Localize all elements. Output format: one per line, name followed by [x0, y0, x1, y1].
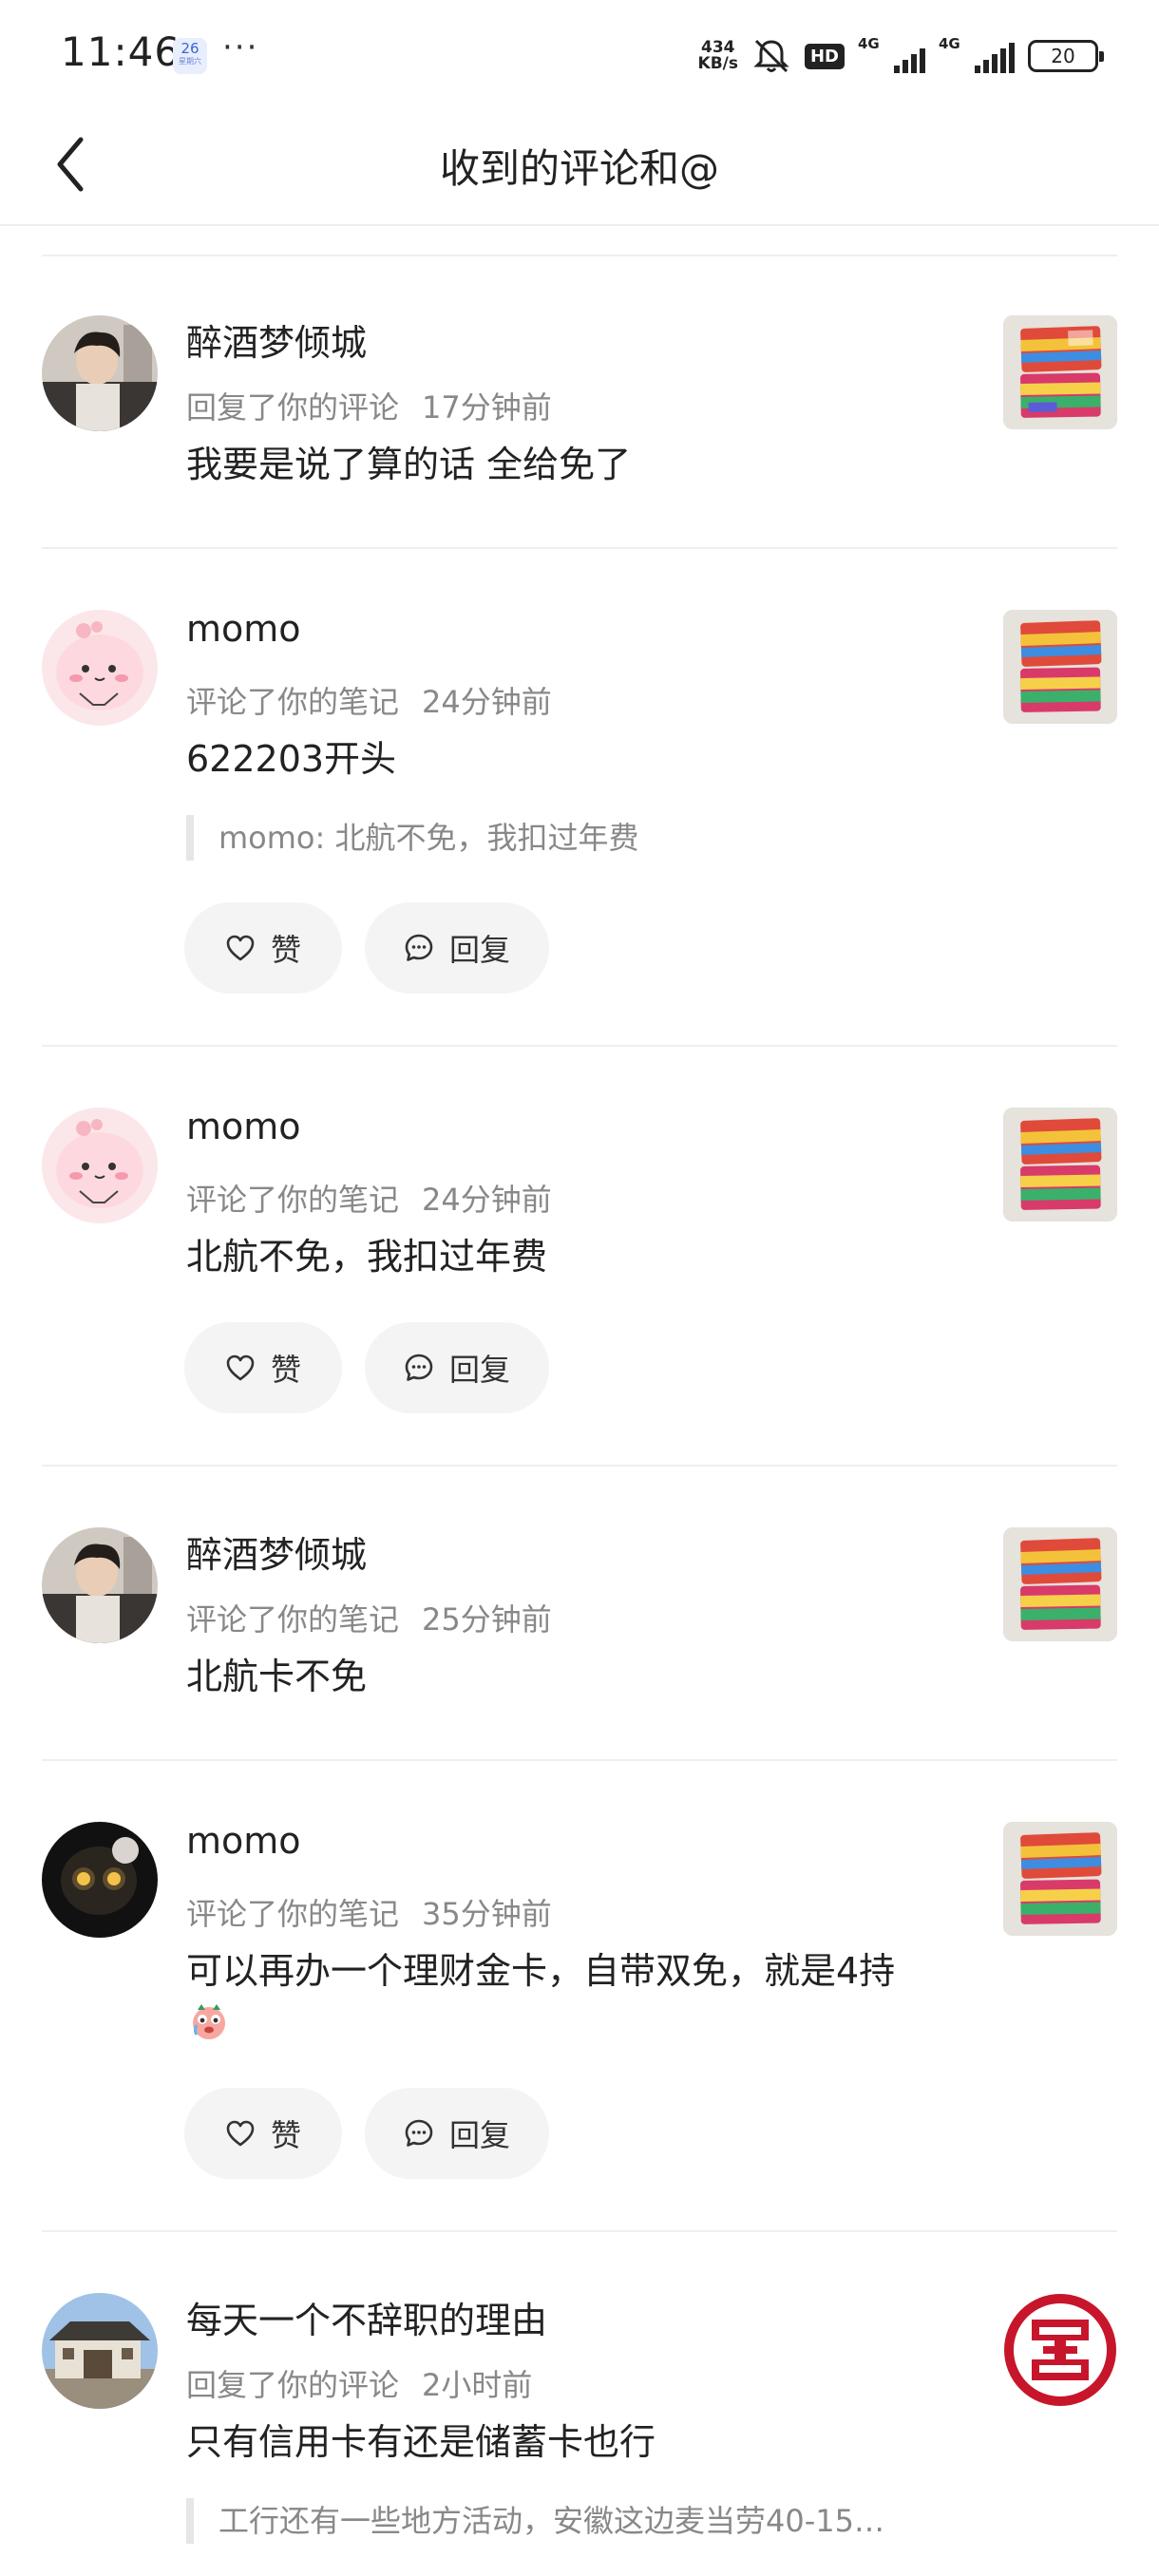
reply-label: 回复	[448, 932, 510, 968]
status-bar: 11:46 26 星期六 ··· 434 KB/s HD 4G 4G 20	[0, 0, 1159, 104]
divider	[42, 1759, 1117, 1761]
comment-bubble-icon	[405, 2119, 433, 2147]
comment-text: 只有信用卡有还是储蓄卡也行	[186, 2421, 656, 2463]
avatar[interactable]	[42, 1527, 158, 1643]
divider	[42, 1465, 1117, 1467]
reply-button[interactable]: 回复	[365, 2088, 549, 2179]
comment-meta: 评论了你的笔记 35分钟前	[186, 1896, 552, 1932]
note-thumbnail[interactable]	[1003, 315, 1117, 429]
status-icons: 434 KB/s HD 4G 4G 20	[697, 34, 1104, 78]
note-thumbnail[interactable]	[1003, 1822, 1117, 1936]
like-button[interactable]: 赞	[184, 1322, 342, 1413]
like-label: 赞	[270, 932, 301, 968]
network-speed: 434 KB/s	[697, 38, 738, 73]
reply-label: 回复	[448, 2117, 510, 2153]
like-label: 赞	[270, 2117, 301, 2153]
comment-text: 北航不免，我扣过年费	[186, 1236, 548, 1278]
comment-meta: 回复了你的评论 17分钟前	[186, 389, 552, 426]
icbc-logo-icon	[1004, 2294, 1116, 2406]
signal-icon-2: 4G	[939, 35, 1015, 73]
avatar[interactable]	[42, 1108, 158, 1223]
user-name[interactable]: momo	[186, 1106, 301, 1147]
divider	[42, 547, 1117, 549]
divider	[42, 2230, 1117, 2232]
note-thumbnail[interactable]	[1003, 1527, 1117, 1641]
hd-badge: HD	[804, 43, 845, 69]
divider	[42, 255, 1117, 256]
heart-icon	[226, 935, 255, 961]
calendar-icon: 26 星期六	[173, 38, 207, 74]
note-thumbnail[interactable]	[1003, 1108, 1117, 1222]
like-label: 赞	[270, 1352, 301, 1388]
battery-icon: 20	[1028, 40, 1104, 72]
user-name[interactable]: 醉酒梦倾城	[186, 313, 367, 366]
avatar[interactable]	[42, 610, 158, 726]
heart-icon	[226, 1354, 255, 1381]
comment-meta: 评论了你的笔记 25分钟前	[186, 1601, 552, 1638]
divider	[42, 1045, 1117, 1047]
comment-bubble-icon	[405, 1354, 433, 1381]
user-name[interactable]: 醉酒梦倾城	[186, 1525, 367, 1578]
reply-button[interactable]: 回复	[365, 1322, 549, 1413]
comment-text: 我要是说了算的话 全给免了	[186, 444, 632, 485]
note-thumbnail[interactable]	[1003, 2293, 1117, 2407]
comment-text: 北航卡不免	[186, 1656, 368, 1697]
reply-label: 回复	[448, 1352, 510, 1388]
quoted-comment: 工行还有一些地方活动，安徽这边麦当劳40-15…	[186, 2498, 884, 2544]
page-title: 收到的评论和@	[439, 145, 719, 192]
avatar[interactable]	[42, 315, 158, 431]
comment-text: 622203开头	[186, 738, 397, 780]
crying-emoji-icon	[193, 2004, 225, 2039]
comment-bubble-icon	[405, 934, 433, 961]
heart-icon	[226, 2120, 255, 2147]
comment-text: 可以再办一个理财金卡，自带双免，就是4持	[186, 1945, 937, 2048]
like-button[interactable]: 赞	[184, 2088, 342, 2179]
like-button[interactable]: 赞	[184, 902, 342, 994]
reply-button[interactable]: 回复	[365, 902, 549, 994]
user-name[interactable]: momo	[186, 608, 301, 650]
signal-icon-1: 4G	[858, 35, 925, 73]
avatar[interactable]	[42, 2293, 158, 2409]
comment-meta: 评论了你的笔记 24分钟前	[186, 684, 552, 720]
user-name[interactable]: momo	[186, 1820, 301, 1862]
nav-bar: 收到的评论和@	[0, 104, 1159, 226]
status-time: 11:46	[61, 28, 181, 75]
avatar[interactable]	[42, 1822, 158, 1938]
more-notifications-icon: ···	[222, 28, 259, 66]
note-thumbnail[interactable]	[1003, 610, 1117, 724]
comment-meta: 回复了你的评论 2小时前	[186, 2367, 533, 2403]
quoted-comment: momo: 北航不免，我扣过年费	[186, 815, 638, 861]
user-name[interactable]: 每天一个不辞职的理由	[186, 2291, 547, 2343]
comment-meta: 评论了你的笔记 24分钟前	[186, 1182, 552, 1218]
mute-bell-icon	[753, 39, 789, 73]
